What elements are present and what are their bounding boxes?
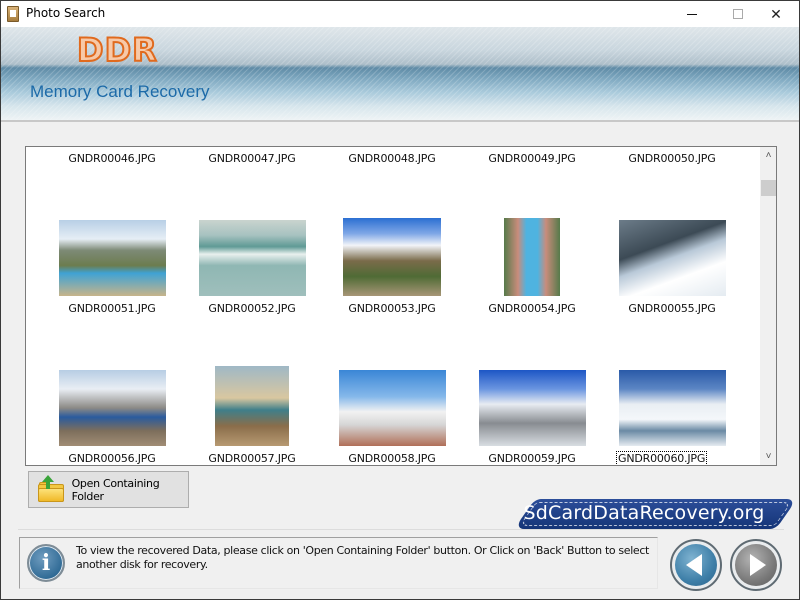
photo-item[interactable]: GNDR00060.JPG — [602, 147, 742, 465]
close-button[interactable]: ✕ — [753, 1, 799, 27]
photo-thumbnail[interactable] — [479, 370, 586, 446]
arrow-right-icon — [750, 554, 766, 576]
back-button[interactable] — [670, 539, 722, 591]
photo-thumbnail[interactable] — [59, 370, 166, 446]
photo-filename: GNDR00056.JPG — [68, 452, 156, 465]
product-name: Memory Card Recovery — [30, 82, 210, 101]
website-url: SdCardDataRecovery.org — [523, 502, 765, 524]
header-banner: DDR Memory Card Recovery — [1, 27, 799, 122]
scroll-up-button[interactable]: ˄ — [760, 147, 776, 164]
app-icon — [7, 6, 19, 22]
close-icon: ✕ — [770, 5, 782, 22]
window-title: Photo Search — [26, 6, 106, 20]
photo-item[interactable]: GNDR00057.JPG — [182, 147, 322, 465]
photo-grid-content: GNDR00046.JPG GNDR00047.JPG GNDR00048.JPG G… — [26, 147, 760, 465]
brand-logo: DDR — [76, 30, 158, 70]
photo-item[interactable]: GNDR00056.JPG — [42, 147, 182, 465]
app-window: Photo Search ✕ DDR Memory Card Recovery … — [0, 0, 800, 600]
maximize-icon — [733, 9, 743, 19]
photo-item[interactable]: GNDR00058.JPG — [322, 147, 462, 465]
photo-filename: GNDR00059.JPG — [488, 452, 576, 465]
title-bar: Photo Search ✕ — [1, 1, 799, 27]
open-containing-folder-button[interactable]: Open Containing Folder — [28, 471, 189, 508]
arrow-left-icon — [686, 554, 702, 576]
photo-filename: GNDR00060.JPG — [615, 451, 708, 465]
info-message: To view the recovered Data, please click… — [76, 544, 650, 571]
photo-filename: GNDR00057.JPG — [208, 452, 296, 465]
photo-thumbnail[interactable] — [619, 370, 726, 446]
minimize-button[interactable] — [669, 1, 715, 27]
folder-open-icon — [38, 474, 64, 502]
photo-filename: GNDR00058.JPG — [348, 452, 436, 465]
info-panel: i To view the recovered Data, please cli… — [19, 537, 658, 589]
divider — [18, 529, 784, 530]
next-button[interactable] — [730, 539, 782, 591]
scrollbar-thumb[interactable] — [761, 180, 776, 196]
website-badge: SdCardDataRecovery.org — [500, 499, 798, 529]
vertical-scrollbar[interactable]: ˄ ˅ — [760, 147, 776, 465]
open-folder-label: Open Containing Folder — [71, 476, 160, 503]
scroll-down-button[interactable]: ˅ — [760, 448, 776, 465]
info-icon: i — [27, 544, 65, 582]
photo-thumbnail[interactable] — [339, 370, 446, 446]
photo-item[interactable]: GNDR00059.JPG — [462, 147, 602, 465]
minimize-icon — [687, 13, 697, 15]
photo-grid: GNDR00046.JPG GNDR00047.JPG GNDR00048.JPG G… — [25, 146, 777, 466]
photo-thumbnail[interactable] — [215, 366, 289, 446]
